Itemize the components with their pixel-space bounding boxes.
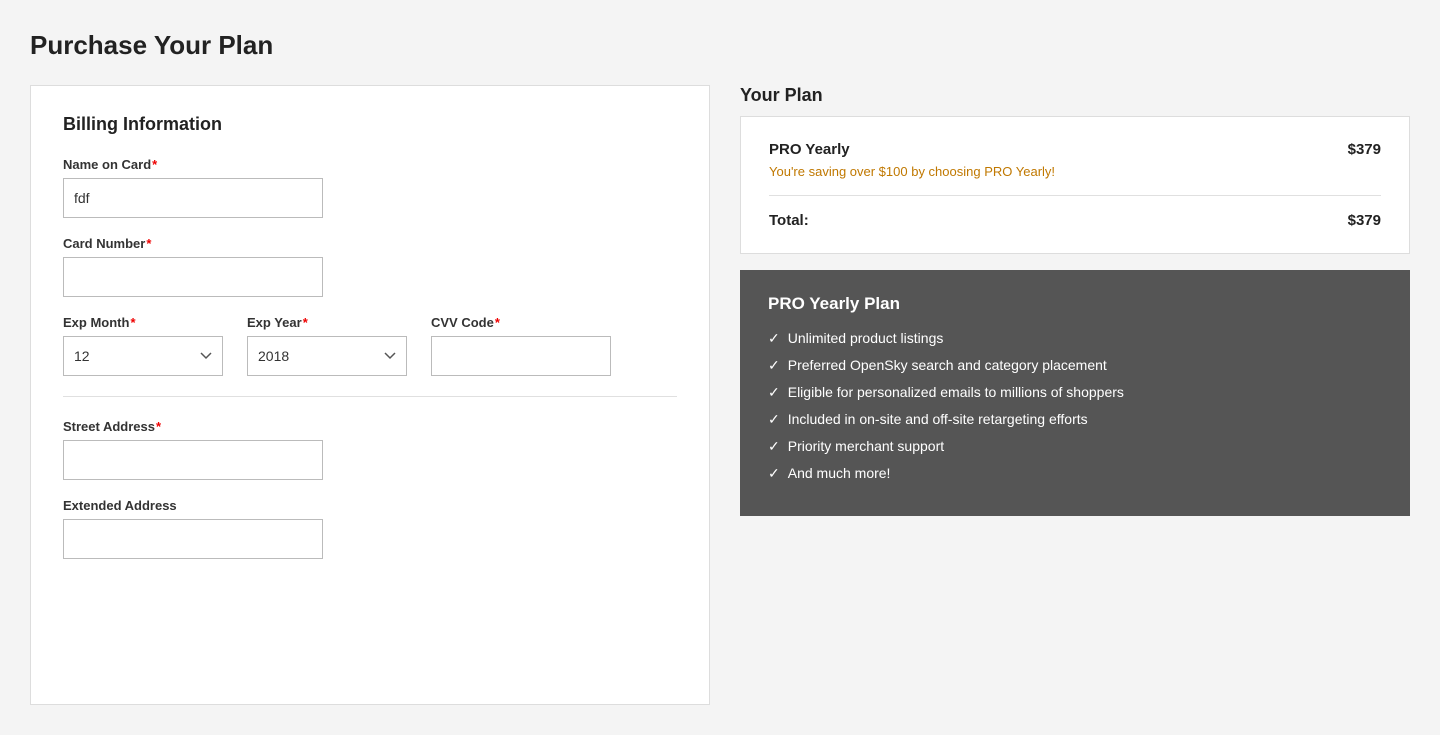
exp-month-label: Exp Month* (63, 315, 223, 330)
exp-year-select[interactable]: 2018 2019 2020 2021 2022 2023 2024 2025 (247, 336, 407, 376)
right-panel: Your Plan PRO Yearly $379 You're saving … (740, 85, 1410, 516)
extended-address-group: Extended Address (63, 498, 677, 559)
name-on-card-group: Name on Card* (63, 157, 677, 218)
card-number-group: Card Number* (63, 236, 677, 297)
feature-item: ✓Eligible for personalized emails to mil… (768, 384, 1382, 401)
exp-month-select[interactable]: 1 2 3 4 5 6 7 8 9 10 11 12 (63, 336, 223, 376)
checkmark-icon: ✓ (768, 384, 780, 401)
plan-name-row: PRO Yearly $379 (769, 141, 1381, 158)
feature-item: ✓Included in on-site and off-site retarg… (768, 411, 1382, 428)
checkmark-icon: ✓ (768, 465, 780, 482)
street-address-group: Street Address* (63, 419, 677, 480)
exp-cvv-row: Exp Month* 1 2 3 4 5 6 7 8 9 10 11 (63, 315, 677, 376)
name-on-card-input[interactable] (63, 178, 323, 218)
street-address-input[interactable] (63, 440, 323, 480)
billing-panel: Billing Information Name on Card* Card N… (30, 85, 710, 705)
street-address-label: Street Address* (63, 419, 677, 434)
your-plan-section: Your Plan PRO Yearly $379 You're saving … (740, 85, 1410, 254)
name-on-card-label: Name on Card* (63, 157, 677, 172)
plan-name: PRO Yearly (769, 141, 850, 158)
feature-item: ✓And much more! (768, 465, 1382, 482)
billing-divider (63, 396, 677, 397)
plan-divider (769, 195, 1381, 196)
feature-item: ✓Preferred OpenSky search and category p… (768, 357, 1382, 374)
card-number-input[interactable] (63, 257, 323, 297)
features-box: PRO Yearly Plan ✓Unlimited product listi… (740, 270, 1410, 516)
total-price: $379 (1348, 212, 1381, 229)
total-row: Total: $379 (769, 212, 1381, 229)
cvv-group: CVV Code* (431, 315, 611, 376)
feature-item: ✓Priority merchant support (768, 438, 1382, 455)
total-label: Total: (769, 212, 809, 229)
card-number-label: Card Number* (63, 236, 677, 251)
plan-box: PRO Yearly $379 You're saving over $100 … (740, 116, 1410, 254)
your-plan-title: Your Plan (740, 85, 1410, 106)
page-title: Purchase Your Plan (30, 30, 1410, 61)
main-layout: Billing Information Name on Card* Card N… (30, 85, 1410, 705)
feature-item: ✓Unlimited product listings (768, 330, 1382, 347)
features-title: PRO Yearly Plan (768, 294, 1382, 314)
checkmark-icon: ✓ (768, 357, 780, 374)
exp-year-group: Exp Year* 2018 2019 2020 2021 2022 2023 … (247, 315, 407, 376)
exp-month-group: Exp Month* 1 2 3 4 5 6 7 8 9 10 11 (63, 315, 223, 376)
checkmark-icon: ✓ (768, 330, 780, 347)
cvv-label: CVV Code* (431, 315, 611, 330)
cvv-input[interactable] (431, 336, 611, 376)
checkmark-icon: ✓ (768, 411, 780, 428)
extended-address-label: Extended Address (63, 498, 677, 513)
plan-price: $379 (1348, 141, 1381, 158)
checkmark-icon: ✓ (768, 438, 780, 455)
extended-address-input[interactable] (63, 519, 323, 559)
exp-year-label: Exp Year* (247, 315, 407, 330)
billing-section-title: Billing Information (63, 114, 677, 135)
plan-savings: You're saving over $100 by choosing PRO … (769, 164, 1381, 179)
features-list: ✓Unlimited product listings ✓Preferred Op… (768, 330, 1382, 482)
